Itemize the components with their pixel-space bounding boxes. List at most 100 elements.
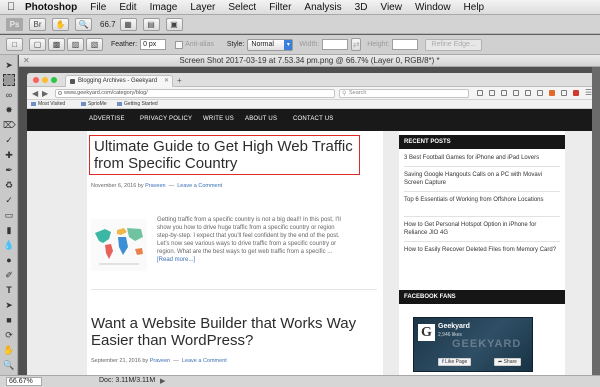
- minimize-window-icon[interactable]: [42, 77, 48, 83]
- bridge-button[interactable]: Br: [29, 17, 46, 31]
- menu-filter[interactable]: Filter: [269, 2, 291, 13]
- home-icon[interactable]: [525, 90, 531, 96]
- nav-write-us[interactable]: WRITE US: [203, 116, 234, 122]
- pocket-icon[interactable]: [537, 90, 543, 96]
- post2-title[interactable]: Want a Website Builder that Works Way Ea…: [91, 315, 371, 349]
- recent-post-link[interactable]: How to Get Personal Hotspot Option in iP…: [399, 221, 565, 237]
- post1-thumbnail-world-map[interactable]: [91, 219, 147, 271]
- menu-edit[interactable]: Edit: [119, 2, 136, 13]
- blur-tool-icon[interactable]: 💧: [3, 239, 15, 251]
- status-zoom-field[interactable]: 66.67%: [6, 377, 42, 386]
- menu-analysis[interactable]: Analysis: [304, 2, 341, 13]
- 3d-rotate-tool-icon[interactable]: ⟳: [3, 329, 15, 341]
- library-icon[interactable]: [501, 90, 507, 96]
- menu-layer[interactable]: Layer: [190, 2, 215, 13]
- fb-like-page-button[interactable]: f Like Page: [438, 358, 472, 366]
- recent-post-link[interactable]: Saving Google Hangouts Calls on a PC wit…: [399, 171, 565, 187]
- antialias-checkbox[interactable]: [175, 40, 184, 49]
- screen-mode-button[interactable]: ▣: [165, 17, 183, 31]
- zoom-tool-icon[interactable]: 🔍: [75, 17, 92, 31]
- eyedropper-tool-icon[interactable]: ✓: [3, 134, 15, 146]
- refine-edge-button[interactable]: Refine Edge...: [425, 38, 482, 51]
- hand-tool-icon[interactable]: ✋: [52, 17, 69, 31]
- rectangular-marquee-tool-icon[interactable]: [3, 74, 15, 86]
- path-selection-tool-icon[interactable]: ➤: [3, 299, 15, 311]
- height-input[interactable]: [392, 39, 419, 50]
- swap-dimensions-icon[interactable]: ⇄: [351, 38, 362, 51]
- bookmark-most-visited[interactable]: Most Visited: [31, 101, 65, 107]
- close-window-icon[interactable]: [33, 77, 39, 83]
- post2-author-link[interactable]: Praveen: [150, 358, 171, 364]
- fb-page-name[interactable]: Geekyard: [438, 323, 470, 330]
- nav-privacy-policy[interactable]: PRIVACY POLICY: [140, 116, 192, 122]
- arrange-documents-button[interactable]: ▤: [142, 17, 160, 31]
- menu-3d[interactable]: 3D: [355, 2, 368, 13]
- browser-tab[interactable]: Blogging Archives - Geekyard ✕: [65, 75, 173, 87]
- document-canvas[interactable]: Blogging Archives - Geekyard ✕ + ◀ ▶ www…: [19, 67, 600, 375]
- bookmark-getting-started[interactable]: Getting Started: [117, 101, 158, 107]
- clone-stamp-tool-icon[interactable]: ♻: [3, 179, 15, 191]
- fb-share-button[interactable]: ➦ Share: [494, 358, 521, 366]
- document-tab[interactable]: ✕ Screen Shot 2017-03-19 at 7.53.34 pm.p…: [19, 55, 600, 67]
- hand-tool-icon[interactable]: ✋: [3, 344, 15, 356]
- gradient-tool-icon[interactable]: ▮: [3, 224, 15, 236]
- browser-search-box[interactable]: ⚲ Search: [339, 89, 469, 98]
- apple-menu-icon[interactable]: : [7, 1, 19, 13]
- crop-tool-icon[interactable]: ⌦: [3, 119, 16, 131]
- marquee-preset-icon[interactable]: □: [6, 38, 23, 51]
- read-more-link[interactable]: [Read more...]: [157, 256, 379, 264]
- extension-icon[interactable]: [549, 90, 555, 96]
- nav-advertise[interactable]: ADVERTISE: [89, 116, 125, 122]
- menu-window[interactable]: Window: [415, 2, 451, 13]
- menu-view[interactable]: View: [380, 2, 402, 13]
- forward-icon[interactable]: ▶: [42, 89, 48, 98]
- style-select[interactable]: Normal ▾: [247, 38, 294, 51]
- reader-icon[interactable]: [477, 90, 483, 96]
- dodge-tool-icon[interactable]: ●: [3, 254, 15, 266]
- post2-comment-link[interactable]: Leave a Comment: [182, 358, 227, 364]
- bookmark-star-icon[interactable]: [489, 90, 495, 96]
- menu-app-name[interactable]: Photoshop: [25, 2, 77, 13]
- facebook-page-widget[interactable]: G Geekyard 2,946 likes GEEKYARD f Like P…: [413, 317, 533, 372]
- new-selection-icon[interactable]: ▢: [29, 38, 46, 51]
- post-title-highlighted[interactable]: Ultimate Guide to Get High Web Traffic f…: [89, 135, 360, 175]
- history-brush-tool-icon[interactable]: ✓: [3, 194, 15, 206]
- view-extras-button[interactable]: ▦: [119, 17, 137, 31]
- menu-help[interactable]: Help: [464, 2, 485, 13]
- shape-tool-icon[interactable]: ■: [3, 314, 15, 326]
- canvas-scrollbar[interactable]: [592, 67, 600, 375]
- brush-tool-icon[interactable]: ✒: [3, 164, 15, 176]
- recent-post-link[interactable]: 3 Best Football Games for iPhone and iPa…: [399, 154, 565, 162]
- recent-post-link[interactable]: How to Easily Recover Deleted Files from…: [399, 246, 565, 254]
- recent-post-link[interactable]: Top 6 Essentials of Working from Offshor…: [399, 196, 565, 204]
- spot-healing-tool-icon[interactable]: ✚: [3, 149, 15, 161]
- menu-image[interactable]: Image: [150, 2, 178, 13]
- zoom-tool-icon[interactable]: 🔍: [3, 359, 15, 371]
- eraser-tool-icon[interactable]: ▭: [3, 209, 15, 221]
- add-to-selection-icon[interactable]: ▩: [48, 38, 65, 51]
- addon-icon[interactable]: [573, 90, 579, 96]
- sync-icon[interactable]: [561, 90, 567, 96]
- back-icon[interactable]: ◀: [32, 89, 38, 98]
- feather-input[interactable]: 0 px: [140, 39, 167, 50]
- nav-contact-us[interactable]: CONTACT US: [293, 116, 333, 122]
- new-tab-icon[interactable]: +: [177, 76, 182, 85]
- menu-select[interactable]: Select: [228, 2, 256, 13]
- type-tool-icon[interactable]: T: [3, 284, 15, 296]
- zoom-window-icon[interactable]: [51, 77, 57, 83]
- post1-author-link[interactable]: Praveen: [145, 183, 166, 189]
- status-menu-arrow-icon[interactable]: ▶: [160, 377, 165, 385]
- bookmark-spriome[interactable]: SprioMe: [81, 101, 107, 107]
- zoom-level[interactable]: 66.7: [100, 20, 116, 29]
- pen-tool-icon[interactable]: ✐: [3, 269, 15, 281]
- quick-selection-tool-icon[interactable]: ✸: [3, 104, 15, 116]
- move-tool-icon[interactable]: ➤: [3, 59, 15, 71]
- nav-about-us[interactable]: ABOUT US: [245, 116, 277, 122]
- post1-comment-link[interactable]: Leave a Comment: [177, 183, 222, 189]
- subtract-from-selection-icon[interactable]: ▨: [67, 38, 84, 51]
- menu-file[interactable]: File: [90, 2, 106, 13]
- close-tab-icon[interactable]: ✕: [164, 77, 169, 84]
- intersect-selection-icon[interactable]: ▧: [86, 38, 103, 51]
- lasso-tool-icon[interactable]: ∞: [3, 89, 15, 101]
- width-input[interactable]: [322, 39, 349, 50]
